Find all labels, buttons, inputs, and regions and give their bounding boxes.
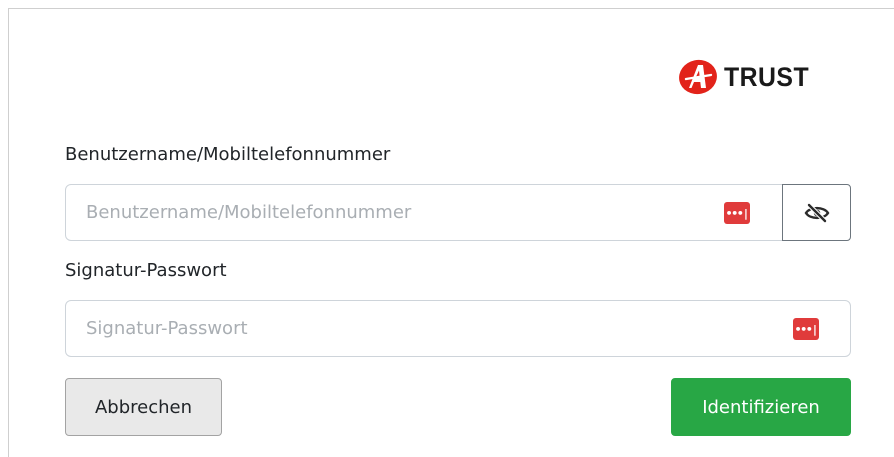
a-trust-logo-text: TRUST [724,61,810,92]
toggle-visibility-button[interactable] [782,184,851,241]
username-input[interactable]: Benutzername/Mobiltelefonnummer •••| [65,184,783,241]
password-manager-glyph-2: •••| [794,322,818,336]
password-input[interactable]: Signatur-Passwort •••| [65,300,851,357]
identify-button[interactable]: Identifizieren [671,378,851,436]
username-label: Benutzername/Mobiltelefonnummer [65,144,391,165]
password-manager-icon-2[interactable]: •••| [793,318,819,340]
password-manager-icon[interactable]: •••| [724,202,750,224]
password-placeholder: Signatur-Passwort [86,318,248,339]
password-manager-glyph: •••| [725,206,749,220]
a-trust-logo: TRUST [678,55,817,99]
window-top-strip [0,0,894,8]
username-placeholder: Benutzername/Mobiltelefonnummer [86,202,412,223]
password-label: Signatur-Passwort [65,260,227,281]
cancel-button[interactable]: Abbrechen [65,378,222,436]
a-trust-logo-mark-icon [679,59,717,95]
eye-slash-icon [804,202,829,223]
